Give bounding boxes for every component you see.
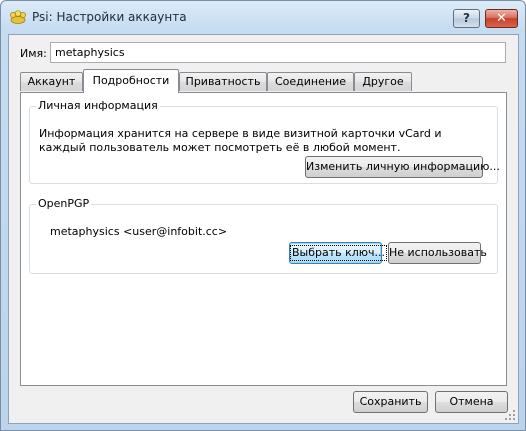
dont-use-key-button[interactable]: Не использовать [388, 242, 487, 264]
personal-info-title: Личная информация [36, 99, 160, 112]
close-button[interactable]: ✕ [485, 9, 518, 28]
openpgp-title: OpenPGP [36, 197, 92, 210]
resize-grip-icon[interactable] [504, 409, 516, 421]
close-icon: ✕ [496, 11, 507, 26]
account-name-input[interactable] [50, 42, 506, 63]
personal-info-description: Информация хранится на сервере в виде ви… [39, 127, 442, 154]
dialog-body: Имя: Аккаунт Подробности Приватность Сое… [8, 34, 519, 424]
window-title: Psi: Настройки аккаунта [32, 10, 187, 24]
choose-key-button[interactable]: Выбрать ключ... [289, 242, 388, 264]
openpgp-group: OpenPGP metaphysics <user@infobit.cc> Вы… [29, 197, 498, 274]
tab-details[interactable]: Подробности [83, 69, 179, 93]
details-tab-panel: Личная информация Информация хранится на… [20, 92, 507, 386]
tab-account[interactable]: Аккаунт [20, 72, 83, 91]
account-settings-window: Psi: Настройки аккаунта ? ✕ Имя: Аккаунт… [0, 0, 526, 431]
help-button[interactable]: ? [453, 9, 480, 28]
openpgp-key-label: metaphysics <user@infobit.cc> [50, 225, 228, 238]
tab-privacy[interactable]: Приватность [179, 72, 267, 91]
edit-personal-info-button[interactable]: Изменить личную информацию... [305, 156, 500, 178]
tab-other[interactable]: Другое [354, 72, 412, 91]
psi-flower-icon [10, 10, 26, 24]
personal-info-group: Личная информация Информация хранится на… [29, 99, 500, 184]
choose-key-label: Выбрать ключ... [290, 245, 388, 261]
save-button[interactable]: Сохранить [353, 391, 428, 413]
title-bar[interactable]: Psi: Настройки аккаунта ? ✕ [1, 1, 525, 33]
name-label: Имя: [20, 47, 47, 60]
cancel-button[interactable]: Отмена [435, 391, 508, 413]
tab-connection[interactable]: Соединение [267, 72, 354, 91]
help-icon: ? [463, 11, 470, 25]
